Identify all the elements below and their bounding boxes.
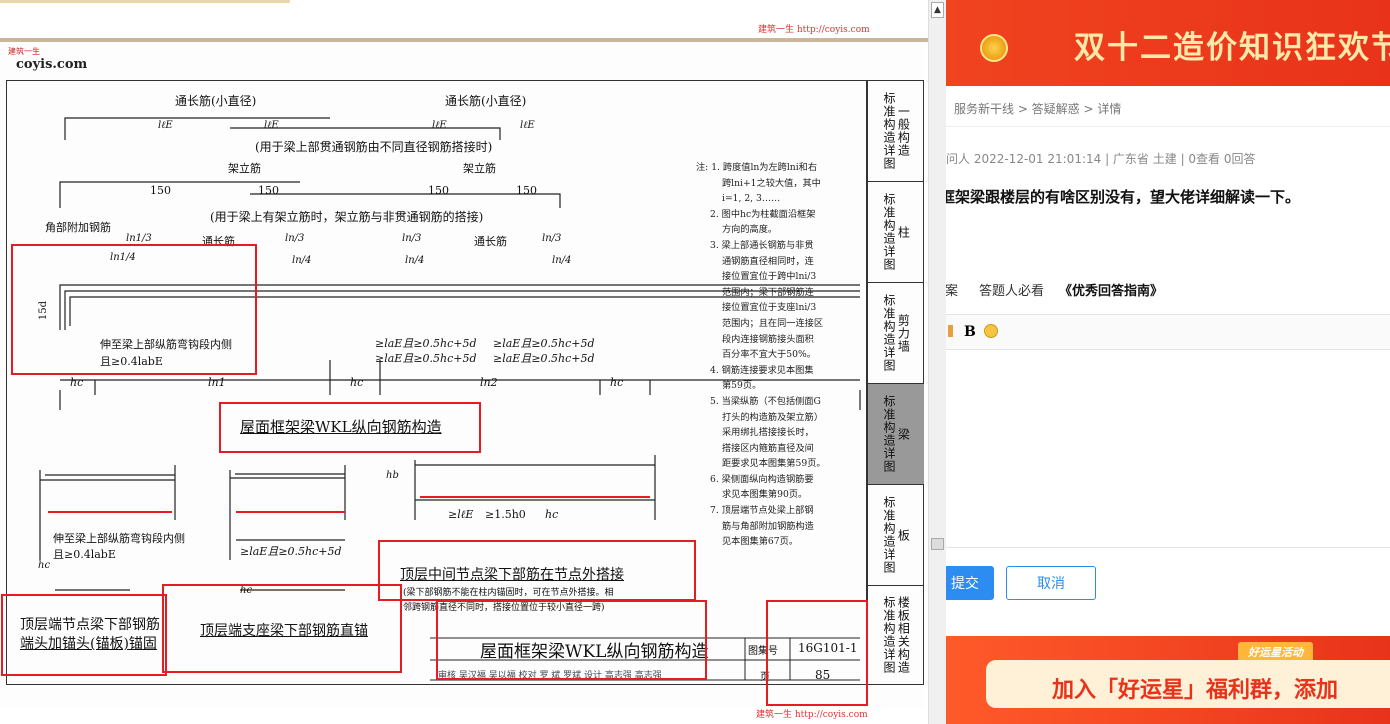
label-jiali-2: 架立筋 bbox=[463, 162, 496, 175]
label-le-1: lℓE bbox=[158, 120, 173, 131]
promo-banner-bottom[interactable]: 好运星活动 加入「好运星」福利群，添加 bbox=[946, 636, 1390, 724]
editor-toolbar: B bbox=[946, 314, 1390, 350]
scroll-up-arrow-icon[interactable]: ▲ bbox=[931, 2, 944, 18]
label-le-3: lℓE bbox=[432, 120, 447, 131]
bottom-badge: 好运星活动 bbox=[1238, 642, 1313, 662]
cond-1: ≥laE且≥0.5hc+5d bbox=[375, 337, 477, 350]
dim-hb: hb bbox=[386, 470, 399, 481]
breadcrumb[interactable]: 服务新干线 > 答疑解惑 > 详情 bbox=[954, 100, 1121, 117]
label-ln4-c: ln/4 bbox=[552, 255, 572, 266]
highlight-box-support bbox=[162, 584, 402, 673]
label-ln3-c: ln/3 bbox=[542, 233, 562, 244]
question-meta: 提问人 2022-12-01 21:01:14 | 广东省 土建 | 0查看 0… bbox=[946, 152, 1256, 166]
qa-page: 双十二造价知识狂欢节 服务新干线 > 答疑解惑 > 详情 提问人 2022-12… bbox=[946, 0, 1390, 724]
highlight-box-left-node bbox=[1, 594, 167, 676]
bend-note-4: 且≥0.4labE bbox=[53, 548, 116, 561]
watermark-bottom: 建筑一生 http://coyis.com bbox=[756, 710, 868, 720]
submit-button[interactable]: 提交 bbox=[946, 566, 994, 600]
dim-hc-2: hc bbox=[350, 376, 364, 389]
guide-prefix: 答题人必看 bbox=[979, 284, 1045, 299]
label-tongjin-2: 通长筋 bbox=[474, 235, 507, 248]
scroll-thumb[interactable] bbox=[931, 538, 944, 550]
highlight-box-title-1 bbox=[219, 402, 481, 453]
dim-hc-4: hc bbox=[545, 508, 559, 521]
cond-4: ≥laE且≥0.5hc+5d bbox=[493, 352, 595, 365]
dim-hc-5: hc bbox=[38, 560, 51, 571]
highlight-box-mid-node bbox=[378, 540, 696, 601]
bottom-banner-text: 加入「好运星」福利群，添加 bbox=[1052, 678, 1339, 703]
answer-editor[interactable] bbox=[946, 350, 1390, 548]
cond-2: ≥laE且≥0.5hc+5d bbox=[493, 337, 595, 350]
label-150-4: 150 bbox=[516, 184, 537, 197]
dim-ln1: ln1 bbox=[208, 376, 226, 389]
promo-banner-top[interactable]: 双十二造价知识狂欢节 bbox=[946, 0, 1390, 86]
color-icon[interactable] bbox=[948, 325, 953, 337]
label-ln1-3: ln1/3 bbox=[126, 233, 152, 244]
label-150-1: 150 bbox=[150, 184, 171, 197]
highlight-box-tuji bbox=[766, 600, 868, 706]
note-top: (用于梁上部贯通钢筋由不同直径钢筋搭接时) bbox=[255, 140, 493, 154]
cancel-button[interactable]: 取消 bbox=[1006, 566, 1096, 600]
bend-note-3: 伸至梁上部纵筋弯钩段内侧 bbox=[53, 532, 185, 545]
label-ln3-a: ln/3 bbox=[285, 233, 305, 244]
cond-3: ≥laE且≥0.5hc+5d bbox=[375, 352, 477, 365]
vertical-scrollbar[interactable]: ▲ bbox=[928, 0, 946, 724]
label-tongchang-2: 通长筋(小直径) bbox=[445, 94, 527, 108]
highlight-box-corner bbox=[11, 244, 257, 375]
label-jiali-1: 架立筋 bbox=[228, 162, 261, 175]
cad-drawing-viewer: 建筑一生 http://coyis.com 建筑一生 coyis.com 标准构… bbox=[0, 0, 928, 724]
label-ln4-a: ln/4 bbox=[292, 255, 312, 266]
guide-link[interactable]: 《优秀回答指南》 bbox=[1059, 280, 1163, 299]
answer-label: 答案 bbox=[946, 284, 959, 299]
cond-6: ≥1.5h0 bbox=[485, 508, 526, 521]
cond-5: ≥lℓE bbox=[448, 508, 474, 521]
highlight-box-main-title bbox=[436, 600, 707, 680]
label-le-4: lℓE bbox=[520, 120, 535, 131]
label-150-2: 150 bbox=[258, 184, 279, 197]
drawing-notes: 注: 1. 跨度值ln为左跨lni和右 跨lni+1之较大值，其中 i=1, 2, … bbox=[696, 162, 826, 548]
question-text: 框架梁跟楼层的有啥区别没有，望大佬详细解读一下。 bbox=[946, 188, 1301, 206]
coin-icon bbox=[980, 34, 1008, 62]
label-150-3: 150 bbox=[428, 184, 449, 197]
divider bbox=[946, 126, 1390, 127]
label-ln4-b: ln/4 bbox=[405, 255, 425, 266]
dim-hc-1: hc bbox=[70, 376, 84, 389]
label-ln3-b: ln/3 bbox=[402, 233, 422, 244]
label-tongchang-1: 通长筋(小直径) bbox=[175, 94, 257, 108]
note-mid: (用于梁上有架立筋时，架立筋与非贯通钢筋的搭接) bbox=[210, 210, 484, 224]
dim-ln2: ln2 bbox=[480, 376, 498, 389]
bold-button[interactable]: B bbox=[964, 324, 976, 340]
cond-7: ≥laE且≥0.5hc+5d bbox=[240, 545, 342, 558]
label-le-2: lℓE bbox=[264, 120, 279, 131]
banner-title: 双十二造价知识狂欢节 bbox=[1074, 30, 1390, 66]
dim-hc-3: hc bbox=[610, 376, 624, 389]
label-corner-rebar: 角部附加钢筋 bbox=[45, 221, 111, 234]
emoji-icon[interactable] bbox=[984, 324, 998, 338]
